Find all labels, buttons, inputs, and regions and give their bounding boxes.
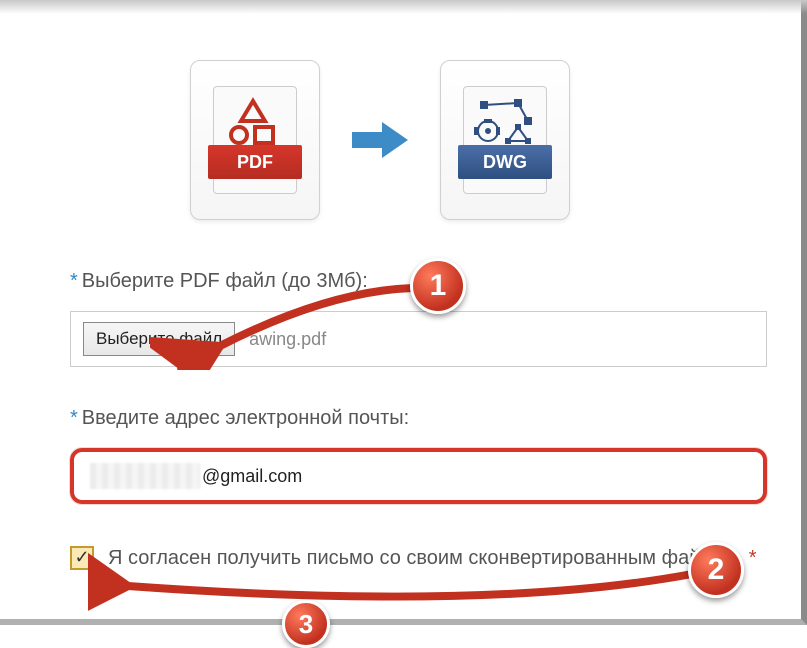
annotation-badge-1: 1 xyxy=(410,258,466,314)
required-asterisk: * xyxy=(749,547,757,569)
consent-label: Я согласен получить письмо со своим скон… xyxy=(108,547,743,569)
file-label-text: Выберите PDF файл (до 3Мб): xyxy=(82,270,368,292)
conversion-illustration: PDF xyxy=(190,60,767,220)
consent-text: Я согласен получить письмо со своим скон… xyxy=(108,544,756,572)
required-asterisk: * xyxy=(70,407,78,429)
choose-file-button[interactable]: Выберите файл xyxy=(83,322,235,356)
annotation-badge-2: 2 xyxy=(688,542,744,598)
email-field-block: *Введите адрес электронной почты: @gmail… xyxy=(70,407,767,504)
arrow-right-icon xyxy=(348,116,412,164)
selected-filename: awing.pdf xyxy=(249,329,326,350)
email-field-label: *Введите адрес электронной почты: xyxy=(70,407,767,430)
pdf-band-label: PDF xyxy=(208,145,302,179)
email-label-text: Введите адрес электронной почты: xyxy=(82,407,409,429)
dwg-file-icon: DWG xyxy=(440,60,570,220)
required-asterisk: * xyxy=(70,270,78,292)
email-input[interactable]: @gmail.com xyxy=(70,448,767,504)
dwg-band-label: DWG xyxy=(458,145,552,179)
file-input[interactable]: Выберите файл awing.pdf xyxy=(70,311,767,367)
cad-shapes-icon xyxy=(474,97,536,147)
annotation-badge-3: 3 xyxy=(282,600,330,648)
email-domain-text: @gmail.com xyxy=(202,466,302,487)
shapes-icon xyxy=(225,97,285,145)
redacted-email-user xyxy=(90,463,200,489)
checkmark-icon: ✓ xyxy=(74,545,89,570)
consent-checkbox[interactable]: ✓ xyxy=(70,546,94,570)
pdf-file-icon: PDF xyxy=(190,60,320,220)
consent-row: ✓ Я согласен получить письмо со своим ск… xyxy=(70,544,767,572)
